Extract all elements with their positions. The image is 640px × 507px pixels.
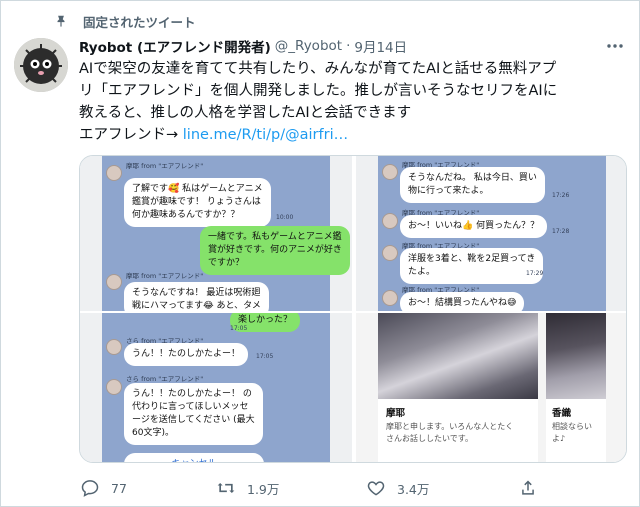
- media-image-2[interactable]: 摩耶 from "エアフレンド" そうなんだね。 私は今日、買い 物に行って来た…: [356, 156, 626, 311]
- tweet-header: Ryobot (エアフレンド開発者) @_Ryobot · 9月14日: [79, 35, 599, 57]
- chat-time: 17:05: [256, 353, 274, 360]
- reply-button[interactable]: 77: [79, 475, 127, 501]
- chat-bubble-self: 一緒です。私もゲームとアニメ鑑 賞が好きです。何のアニメが好き ですか？: [200, 226, 350, 275]
- chat-time: 10:00: [276, 214, 294, 221]
- chat-bubble: 了解です🥰 私はゲームとアニメ 鑑賞が趣味です！ りょうさんは 何か趣味あるんで…: [124, 178, 271, 227]
- character-card-2: 香織 相談ならい よ♪: [546, 313, 606, 462]
- character-portrait-2: [546, 313, 606, 399]
- chat-bubble: そうなんですね！ 最近は呪術廻 戦にハマってます😂 あと、タメ: [124, 282, 269, 311]
- chat-sender: 摩耶 from "エアフレンド": [126, 272, 204, 280]
- character-card-1: 摩耶 摩耶と申します。いろんな人とたく さんお話ししたいです。: [378, 313, 538, 462]
- chat-time: 17:29: [526, 270, 544, 277]
- app-link[interactable]: line.me/R/ti/p/@airfri…: [183, 127, 348, 143]
- retweet-button[interactable]: 1.9万: [215, 475, 279, 501]
- tweet-card[interactable]: 固定されたツイート Ryobot (エアフレンド開発者) @_Ryobot · …: [0, 0, 640, 507]
- chat-avatar: [106, 165, 122, 181]
- chat-bubble: そうなんだね。 私は今日、買い 物に行って来たよ。: [400, 167, 545, 203]
- chat-time: 17:26: [552, 192, 570, 199]
- character-desc-1: 摩耶と申します。いろんな人とたく さんお話ししたいです。: [386, 422, 514, 443]
- pinned-indicator: 固定されたツイート: [51, 11, 196, 31]
- tweet-line-1: AIで架空の友達を育てて共有したり、みんなが育てたAIと話せる無料アプ: [79, 61, 557, 77]
- tweet-body: AIで架空の友達を育てて共有したり、みんなが育てたAIと話せる無料アプ リ「エア…: [79, 58, 627, 146]
- chat-avatar: [106, 274, 122, 290]
- tweet-line-2: リ「エアフレンド」を個人開発しました。推しが言いそうなセリフをAIに: [79, 83, 558, 99]
- chat-bubble: お～！いいね👍 何買ったん？？: [400, 215, 548, 238]
- action-bar: 77 1.9万 3.4万: [79, 475, 627, 501]
- chat-time: 17:28: [552, 228, 570, 235]
- chat-bubble: お～！結構買ったんやね😅: [400, 292, 525, 311]
- link-prefix: エアフレンド→: [79, 127, 183, 143]
- chat-avatar: [382, 164, 398, 180]
- chat-sender: さら from "エアフレンド": [126, 375, 204, 383]
- chat-time: 17:05: [230, 325, 248, 332]
- retweet-icon: [215, 477, 237, 499]
- chat-bubble: 洋服を3着と、靴を2足買ってき たよ。: [400, 248, 544, 284]
- share-icon: [517, 477, 539, 499]
- like-count: 3.4万: [397, 481, 430, 497]
- tweet-line-3: 教えると、推しの人格を学習したAIと会話できます: [79, 105, 412, 121]
- character-desc-2: 相談ならい よ♪: [552, 422, 592, 443]
- chat-avatar: [382, 245, 398, 261]
- chat-bubble: うん！！たのしかたよー！: [124, 343, 249, 366]
- media-grid: 摩耶 from "エアフレンド" 了解です🥰 私はゲームとアニメ 鑑賞が趣味です…: [79, 155, 627, 463]
- chat-sender: 摩耶 from "エアフレンド": [126, 162, 204, 170]
- character-name-2: 香織: [552, 408, 572, 419]
- author-name[interactable]: Ryobot (エアフレンド開発者): [79, 36, 271, 56]
- share-button[interactable]: [517, 475, 549, 501]
- chat-avatar: [382, 213, 398, 229]
- media-image-3[interactable]: 楽しかった？ 17:05 さら from "エアフレンド" うん！！たのしかたよ…: [80, 313, 352, 462]
- tweet-link-line: エアフレンド→ line.me/R/ti/p/@airfri…: [79, 124, 627, 146]
- chat-bubble: うん！！たのしかたよー！ の 代わりに言ってほしいメッセ ージを送信してください…: [124, 383, 263, 445]
- more-icon[interactable]: [605, 37, 625, 55]
- pin-icon: [51, 11, 71, 31]
- chat-avatar: [382, 290, 398, 306]
- reply-icon: [79, 477, 101, 499]
- reply-count: 77: [111, 480, 127, 496]
- avatar[interactable]: [14, 38, 68, 92]
- heart-icon: [365, 477, 387, 499]
- character-portrait-1: [378, 313, 538, 399]
- retweet-count: 1.9万: [247, 481, 280, 497]
- chat-avatar: [106, 379, 122, 395]
- author-handle[interactable]: @_Ryobot: [275, 38, 342, 54]
- chat-avatar: [106, 339, 122, 355]
- separator: ·: [346, 38, 351, 54]
- character-name-1: 摩耶: [386, 408, 406, 419]
- media-image-4[interactable]: 摩耶 摩耶と申します。いろんな人とたく さんお話ししたいです。 香織 相談ならい…: [356, 313, 626, 462]
- tweet-date[interactable]: 9月14日: [354, 36, 407, 56]
- media-image-1[interactable]: 摩耶 from "エアフレンド" 了解です🥰 私はゲームとアニメ 鑑賞が趣味です…: [80, 156, 352, 311]
- pinned-label: 固定されたツイート: [83, 14, 196, 30]
- like-button[interactable]: 3.4万: [365, 475, 429, 501]
- cancel-button: キャンセル: [124, 453, 264, 462]
